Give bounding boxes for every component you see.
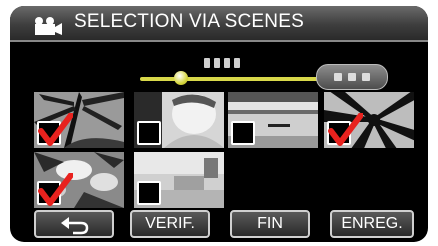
- checkbox[interactable]: [37, 173, 73, 206]
- fin-button[interactable]: FIN: [230, 210, 310, 238]
- movie-camera-icon: [35, 17, 62, 35]
- enreg-button[interactable]: ENREG.: [330, 210, 414, 238]
- scene-thumbnail[interactable]: [134, 152, 224, 208]
- check-mark-icon: [38, 173, 73, 206]
- scene-thumbnail[interactable]: [134, 92, 224, 148]
- checkbox[interactable]: [327, 113, 363, 146]
- scene-thumbnail[interactable]: [34, 152, 124, 208]
- verif-button[interactable]: VERIF.: [130, 210, 210, 238]
- slider-end-button[interactable]: [316, 64, 388, 90]
- return-arrow-icon: [61, 217, 89, 235]
- checkbox[interactable]: [137, 181, 161, 205]
- scene-thumbnail[interactable]: [324, 92, 414, 148]
- scene-thumbnail[interactable]: [228, 92, 318, 148]
- camera-screen: SELECTION VIA SCENES VERIF. FIN ENREG.: [10, 6, 428, 242]
- check-mark-icon: [38, 113, 73, 146]
- scene-thumbnail[interactable]: [34, 92, 124, 148]
- checkbox[interactable]: [137, 121, 161, 145]
- checkbox[interactable]: [231, 121, 255, 145]
- timeline-slider-handle[interactable]: [174, 71, 188, 85]
- back-button[interactable]: [34, 210, 114, 238]
- checkbox[interactable]: [37, 113, 73, 146]
- check-mark-icon: [328, 113, 363, 146]
- title-bar: SELECTION VIA SCENES: [10, 6, 428, 42]
- page-title: SELECTION VIA SCENES: [74, 11, 304, 32]
- timeline-slider-track[interactable]: [140, 77, 320, 81]
- page-indicator: [204, 58, 244, 70]
